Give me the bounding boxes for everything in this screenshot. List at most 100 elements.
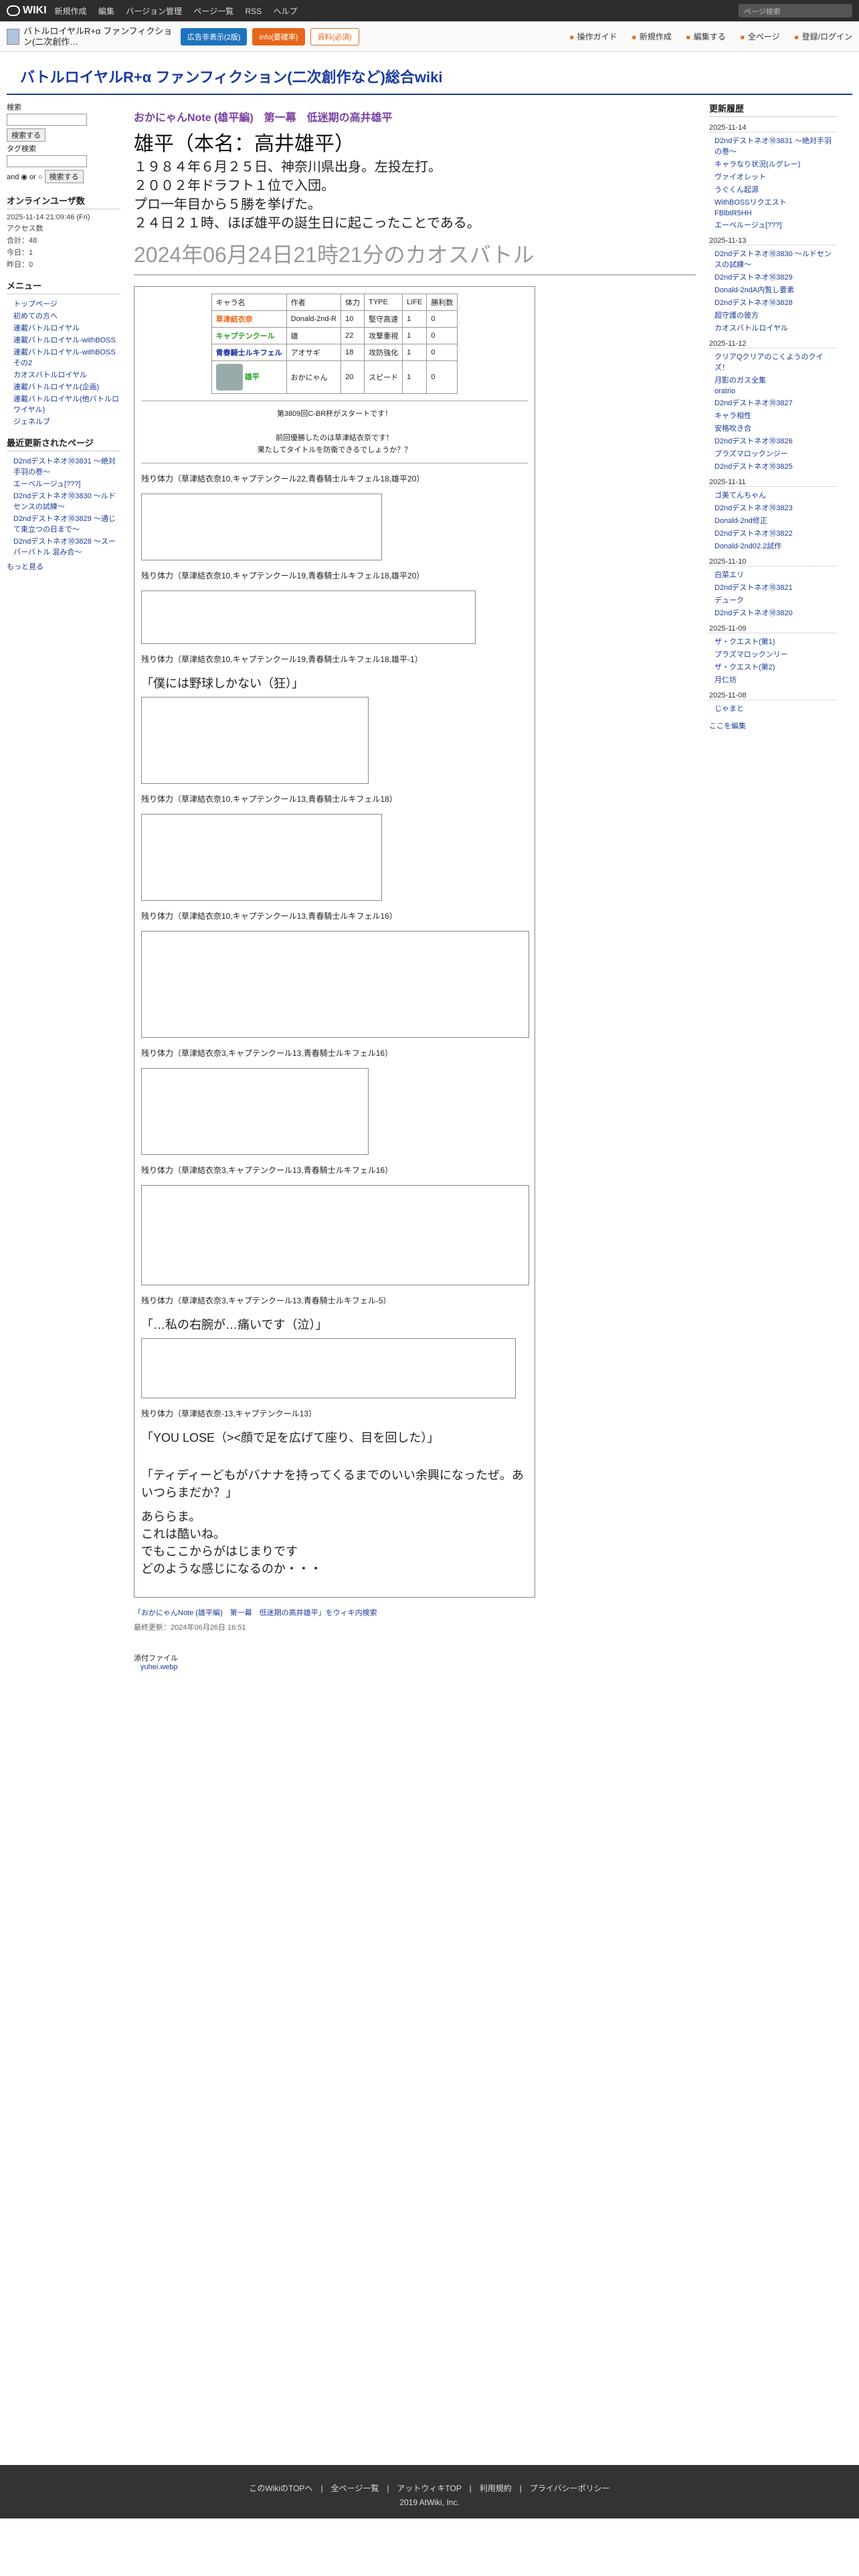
history-item[interactable]: D2ndデストネオ⑩3820 bbox=[714, 607, 836, 618]
page-title[interactable]: バトルロイヤルR+α ファンフィクション(二次創作など)総合wiki bbox=[7, 52, 852, 95]
history-list: D2ndデストネオ⑩3831 〜絶対手羽の巻〜 キャラなり状況(ルグレー) ヴァ… bbox=[709, 135, 836, 230]
history-item[interactable]: エーベルージュ[???] bbox=[714, 219, 836, 230]
hp-line: 残り体力（草津結衣奈10,キャプテンクール13,青春騎士ルキフェル18） bbox=[141, 794, 397, 804]
stat-line: 2025-11-14 21:09:46 (Fri) bbox=[7, 213, 90, 221]
history-item[interactable]: D2ndデストネオ⑩3825 bbox=[714, 461, 836, 471]
menu-new[interactable]: 新規作成 bbox=[55, 7, 87, 16]
cell: 0 bbox=[426, 360, 458, 394]
history-item[interactable]: ザ・クエスト(第1) bbox=[714, 636, 836, 647]
cell: 青春騎士ルキフェル bbox=[211, 344, 287, 361]
more-link[interactable]: もっと見る bbox=[7, 561, 120, 572]
history-item[interactable]: ゴ美てんちゃん bbox=[714, 490, 836, 500]
history-item[interactable]: ヴァイオレット bbox=[714, 171, 836, 182]
resource-button[interactable]: 資料(必須) bbox=[310, 27, 359, 45]
cell: 1 bbox=[402, 344, 427, 361]
menu-version[interactable]: バージョン管理 bbox=[126, 7, 182, 16]
cell: 10 bbox=[341, 310, 365, 328]
hp-line: 残り体力（草津結衣奈10,キャプテンクール19,青春騎士ルキフェル18,雄平20… bbox=[141, 571, 425, 580]
menu-pages[interactable]: ページ一覧 bbox=[193, 7, 233, 16]
history-item[interactable]: プラズマロックンジー bbox=[714, 448, 836, 459]
history-item[interactable]: D2ndデストネオ⑩3828 bbox=[714, 297, 836, 308]
date: 2025-11-11 bbox=[709, 478, 836, 487]
menu-item[interactable]: ジェネルブ bbox=[13, 416, 120, 427]
history-item[interactable]: D2ndデストネオ⑩3827 bbox=[714, 397, 836, 408]
history-item[interactable]: D2ndデストネオ⑩3831 〜絶対手羽の巻〜 bbox=[714, 135, 836, 156]
nav-edit[interactable]: 編集する bbox=[686, 31, 726, 42]
menu-item[interactable]: トップページ bbox=[13, 298, 120, 309]
tag-search-button[interactable]: 検索する bbox=[44, 170, 84, 183]
menu-item[interactable]: 初めての方へ bbox=[13, 310, 120, 321]
site-icon bbox=[7, 28, 19, 45]
recent-item[interactable]: D2ndデストネオ⑩3831 〜絶対手羽の巻〜 bbox=[13, 455, 120, 477]
battle-box bbox=[141, 494, 382, 560]
date: 2025-11-13 bbox=[709, 237, 836, 245]
info-button[interactable]: info(要確率) bbox=[252, 27, 305, 45]
history-item[interactable]: うぐくん起源 bbox=[714, 184, 836, 195]
history-item[interactable]: Donald-2nd02.2試作 bbox=[714, 540, 836, 551]
history-item[interactable]: ザ・クエスト(第2) bbox=[714, 661, 836, 672]
nav-login[interactable]: 登録/ログイン bbox=[795, 31, 852, 42]
menu-item[interactable]: カオスバトルロイヤル bbox=[13, 369, 120, 380]
history-item[interactable]: キャラなり状況(ルグレー) bbox=[714, 158, 836, 169]
history-list: ゴ美てんちゃん D2ndデストネオ⑩3823 Donald-2nd修正 D2nd… bbox=[709, 490, 836, 551]
history-item[interactable]: キャラ相性 bbox=[714, 410, 836, 421]
site-brand[interactable]: バトルロイヤルR+α ファンフィクション(二次創作… bbox=[7, 26, 181, 47]
recent-item[interactable]: D2ndデストネオ⑩3829 〜通じて東立つの日まで〜 bbox=[13, 513, 120, 534]
menu-item[interactable]: 連載バトルロイヤル(他バトルロワイヤル) bbox=[13, 393, 120, 415]
menu-item[interactable]: 連載バトルロイヤル(企画) bbox=[13, 381, 120, 392]
history-item[interactable]: 安格吹き合 bbox=[714, 423, 836, 433]
edit-link[interactable]: ここを編集 bbox=[709, 720, 836, 731]
history-item[interactable]: D2ndデストネオ⑩3826 bbox=[714, 435, 836, 446]
ad-free-button[interactable]: 広告非表示(2版) bbox=[181, 27, 248, 45]
date: 2025-11-10 bbox=[709, 558, 836, 566]
page-search-input[interactable]: ページ検索 bbox=[739, 4, 852, 17]
menu-item[interactable]: 連載バトルロイヤル-withBOSS bbox=[13, 334, 120, 345]
tag-search-input[interactable] bbox=[7, 155, 87, 167]
history-item[interactable]: 超守護の彼方 bbox=[714, 310, 836, 320]
wiki-search-link[interactable]: 「おかにゃんNote (雄平編) 第一幕 低迷期の高井雄平」をウィキ内検索 bbox=[134, 1607, 696, 1618]
history-item[interactable]: カオスバトルロイヤル bbox=[714, 322, 836, 333]
history-item[interactable]: プラズマロックンリー bbox=[714, 649, 836, 659]
nav-guide[interactable]: 操作ガイド bbox=[570, 31, 617, 42]
history-item[interactable]: 月仁坊 bbox=[714, 674, 836, 685]
history-item[interactable]: D2ndデストネオ⑩3821 bbox=[714, 582, 836, 593]
history-item[interactable]: FBlbtR5HH bbox=[714, 209, 836, 217]
history-item[interactable]: D2ndデストネオ⑩3829 bbox=[714, 272, 836, 282]
history-item[interactable]: クリアQクリアのこくようのクイズ！ bbox=[714, 351, 836, 372]
sidebar-search-input[interactable] bbox=[7, 114, 87, 126]
history-item[interactable]: Donald-2ndA内覧し要素 bbox=[714, 284, 836, 295]
atwiki-logo[interactable]: WIKI bbox=[7, 5, 47, 17]
hp-line: 残り体力（草津結衣奈10,キャプテンクール19,青春騎士ルキフェル18,雄平-1… bbox=[141, 655, 423, 664]
history-item[interactable]: じゃまと bbox=[714, 703, 836, 714]
attach-label: 添付ファイル bbox=[134, 1654, 178, 1662]
recent-item[interactable]: D2ndデストネオ⑩3828 〜スーパーバトル 混み合〜 bbox=[13, 536, 120, 557]
history-item[interactable]: D2ndデストネオ⑩3830 〜ルドセンスの試練〜 bbox=[714, 248, 836, 270]
recent-item[interactable]: D2ndデストネオ⑩3830 〜ルドセンスの試練〜 bbox=[13, 490, 120, 512]
footer-links[interactable]: このWikiのTOPへ | 全ページ一覧 | アットウィキTOP | 利用規約 … bbox=[0, 2482, 859, 2494]
and-or-radio[interactable]: and ◉ or ○ 検索する bbox=[7, 169, 120, 185]
history-item[interactable]: oratrio bbox=[714, 387, 836, 395]
history-item[interactable]: 月影のガス全集 bbox=[714, 374, 836, 385]
search-button[interactable]: 検索する bbox=[7, 128, 45, 142]
menu-help[interactable]: ヘルプ bbox=[274, 7, 298, 16]
history-item[interactable]: デューク bbox=[714, 595, 836, 605]
site-title: バトルロイヤルR+α ファンフィクション(二次創作… bbox=[23, 25, 173, 47]
menu-item[interactable]: 連載バトルロイヤル bbox=[13, 322, 120, 333]
nav-all[interactable]: 全ページ bbox=[741, 31, 780, 42]
history-item[interactable]: Donald-2nd修正 bbox=[714, 515, 836, 526]
cell: 攻撃重視 bbox=[364, 327, 403, 344]
date: 2025-11-14 bbox=[709, 124, 836, 132]
menu-rss[interactable]: RSS bbox=[245, 7, 262, 16]
menu-item[interactable]: 連載バトルロイヤル-withBOSSその2 bbox=[13, 346, 120, 368]
cell: アオサギ bbox=[286, 344, 342, 361]
attach-file[interactable]: yuhei.webp bbox=[140, 1663, 696, 1671]
cell: 18 bbox=[341, 344, 365, 361]
search-label: 検索 bbox=[7, 104, 21, 112]
nav-new[interactable]: 新規作成 bbox=[632, 31, 672, 42]
history-item[interactable]: WithBOSSリクエスト bbox=[714, 197, 836, 207]
history-item[interactable]: D2ndデストネオ⑩3822 bbox=[714, 528, 836, 538]
menu-edit[interactable]: 編集 bbox=[98, 7, 114, 16]
recent-item[interactable]: エーベルージュ[???] bbox=[13, 478, 120, 489]
history-item[interactable]: 白菜エリ bbox=[714, 569, 836, 580]
history-item[interactable]: D2ndデストネオ⑩3823 bbox=[714, 502, 836, 513]
